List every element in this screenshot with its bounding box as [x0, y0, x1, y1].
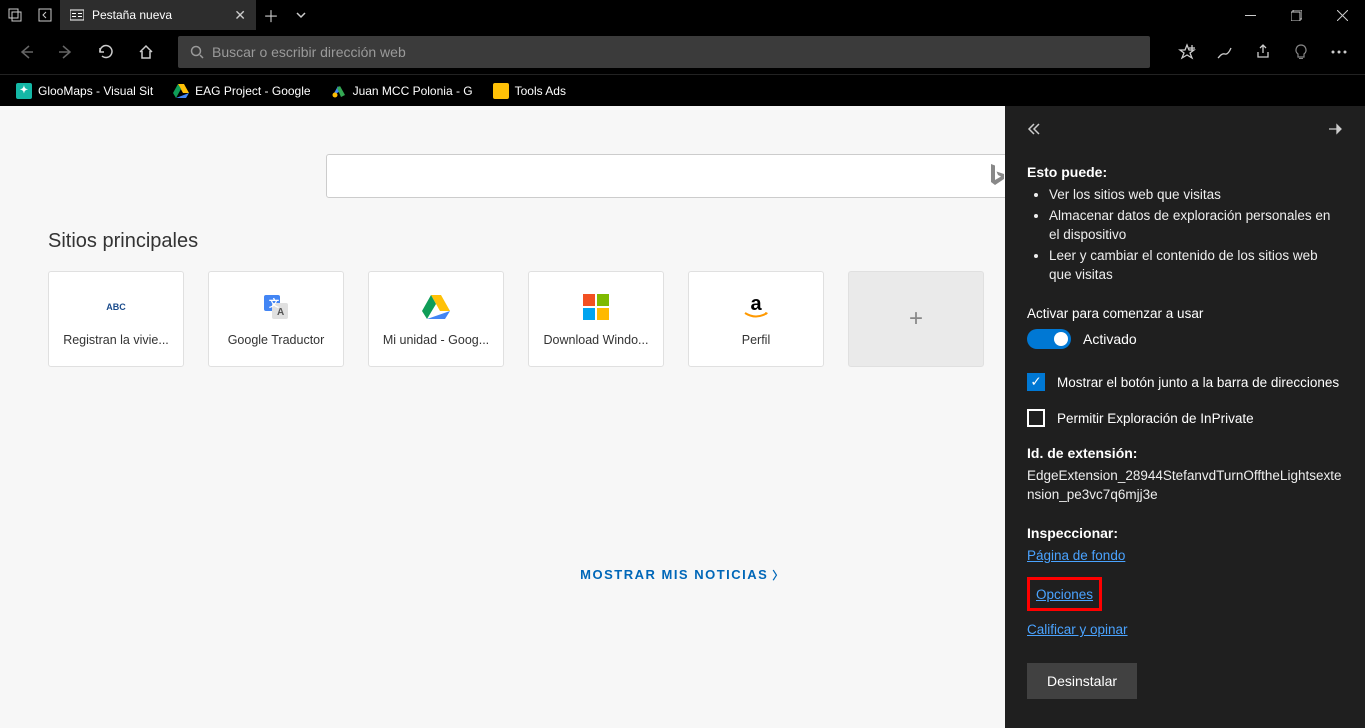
notes-button[interactable] [1207, 34, 1243, 70]
bookmark-item[interactable]: EAG Project - Google [165, 79, 318, 103]
drive-icon [420, 291, 452, 323]
tile-label: Google Traductor [209, 333, 343, 347]
top-site-tile[interactable]: Download Windo... [528, 271, 664, 367]
uninstall-button[interactable]: Desinstalar [1027, 663, 1137, 699]
tab-actions-icon[interactable] [0, 0, 30, 30]
panel-back-button[interactable] [1027, 122, 1043, 136]
options-link[interactable]: Opciones [1036, 587, 1093, 602]
top-site-tile[interactable]: 文A Google Traductor [208, 271, 344, 367]
minimize-button[interactable] [1227, 0, 1273, 30]
background-page-link[interactable]: Página de fondo [1027, 548, 1125, 563]
favorites-button[interactable] [1169, 34, 1205, 70]
settings-menu-button[interactable] [1321, 34, 1357, 70]
chevron-right-icon: 〉 [772, 570, 785, 582]
toolbar: Buscar o escribir dirección web [0, 30, 1365, 74]
windows-icon [580, 291, 612, 323]
bing-icon [987, 162, 1007, 190]
plus-icon: + [909, 305, 923, 333]
tile-label: Mi unidad - Goog... [369, 333, 503, 347]
drive-icon [173, 83, 189, 99]
refresh-button[interactable] [88, 34, 124, 70]
options-highlight: Opciones [1027, 577, 1102, 611]
extension-id-value: EdgeExtension_28944StefanvdTurnOfftheLig… [1027, 467, 1343, 505]
site-icon: ABC [100, 291, 132, 323]
checkbox-checked-icon: ✓ [1027, 373, 1045, 391]
translate-icon: 文A [260, 291, 292, 323]
ads-icon [331, 83, 347, 99]
tile-label: Registran la vivie... [49, 333, 183, 347]
folder-icon [493, 83, 509, 99]
favicon: ✦ [16, 83, 32, 99]
bookmark-label: GlooMaps - Visual Sit [38, 84, 153, 98]
search-icon [190, 45, 204, 59]
extension-id-heading: Id. de extensión: [1027, 445, 1343, 461]
tab-title: Pestaña nueva [92, 8, 172, 22]
bookmarks-bar: ✦ GlooMaps - Visual Sit EAG Project - Go… [0, 74, 1365, 106]
share-button[interactable] [1245, 34, 1281, 70]
show-button-checkbox[interactable]: ✓ Mostrar el botón junto a la barra de d… [1027, 373, 1343, 391]
permissions-list: Ver los sitios web que visitas Almacenar… [1027, 186, 1343, 284]
close-tab-icon[interactable]: ✕ [234, 7, 246, 24]
maximize-button[interactable] [1273, 0, 1319, 30]
browser-tab[interactable]: Pestaña nueva ✕ [60, 0, 256, 30]
close-window-button[interactable] [1319, 0, 1365, 30]
extension-details-panel: Esto puede: Ver los sitios web que visit… [1005, 106, 1365, 728]
checkbox-icon [1027, 409, 1045, 427]
permissions-heading: Esto puede: [1027, 164, 1343, 180]
home-button[interactable] [128, 34, 164, 70]
bookmark-label: EAG Project - Google [195, 84, 310, 98]
ntp-search-input[interactable] [326, 154, 1020, 198]
bookmark-label: Juan MCC Polonia - G [353, 84, 473, 98]
enable-toggle[interactable] [1027, 329, 1071, 349]
rate-link[interactable]: Calificar y opinar [1027, 622, 1128, 637]
tab-favicon [70, 8, 84, 22]
back-button[interactable] [8, 34, 44, 70]
lightbulb-icon [1293, 44, 1309, 60]
add-site-tile[interactable]: + [848, 271, 984, 367]
amazon-icon: a [740, 291, 772, 323]
bookmark-item[interactable]: Tools Ads [485, 79, 574, 103]
pin-panel-button[interactable] [1327, 122, 1343, 136]
set-aside-icon[interactable] [30, 0, 60, 30]
svg-text:A: A [277, 307, 284, 318]
permission-item: Leer y cambiar el contenido de los sitio… [1049, 247, 1343, 285]
inprivate-checkbox[interactable]: Permitir Exploración de InPrivate [1027, 409, 1343, 427]
svg-text:a: a [750, 294, 762, 315]
address-placeholder: Buscar o escribir dirección web [212, 44, 406, 60]
inspect-heading: Inspeccionar: [1027, 525, 1343, 541]
tile-label: Download Windo... [529, 333, 663, 347]
bookmark-label: Tools Ads [515, 84, 566, 98]
permission-item: Ver los sitios web que visitas [1049, 186, 1343, 205]
address-bar[interactable]: Buscar o escribir dirección web [178, 36, 1150, 68]
bookmark-item[interactable]: ✦ GlooMaps - Visual Sit [8, 79, 161, 103]
tile-label: Perfil [689, 333, 823, 347]
tabs-dropdown-icon[interactable] [286, 0, 316, 30]
activate-label: Activar para comenzar a usar [1027, 306, 1343, 321]
forward-button[interactable] [48, 34, 84, 70]
top-site-tile[interactable]: Mi unidad - Goog... [368, 271, 504, 367]
titlebar: Pestaña nueva ✕ ＋ [0, 0, 1365, 30]
toggle-state: Activado [1083, 331, 1137, 347]
top-site-tile[interactable]: ABC Registran la vivie... [48, 271, 184, 367]
top-site-tile[interactable]: a Perfil [688, 271, 824, 367]
bookmark-item[interactable]: Juan MCC Polonia - G [323, 79, 481, 103]
permission-item: Almacenar datos de exploración personale… [1049, 207, 1343, 245]
new-tab-button[interactable]: ＋ [256, 0, 286, 30]
extension-button[interactable] [1283, 34, 1319, 70]
